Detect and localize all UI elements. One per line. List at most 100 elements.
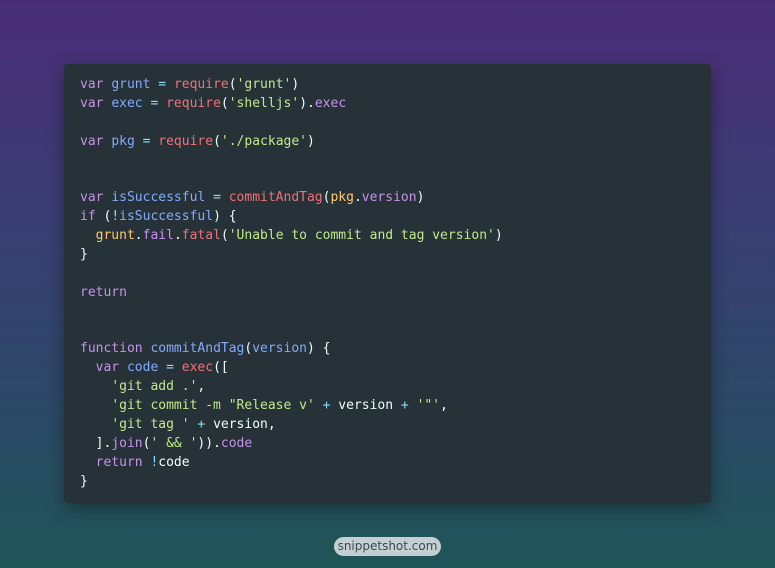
code-token: code: [158, 454, 190, 470]
code-token: isSuccessful: [119, 209, 214, 225]
code-token: ): [213, 209, 221, 225]
code-block: var grunt = require('grunt') var exec = r…: [80, 76, 503, 492]
code-token: 'Unable to commit and tag version': [228, 228, 495, 244]
code-token: fail: [142, 228, 174, 244]
watermark-badge[interactable]: snippetshot.com: [334, 537, 441, 556]
code-token: return: [95, 454, 143, 470]
code-token: ,: [267, 417, 276, 433]
code-token: fatal: [181, 228, 221, 244]
code-token: }: [80, 247, 88, 263]
code-token: exec: [181, 360, 214, 376]
code-line: var isSuccessful = commitAndTag(pkg.vers…: [80, 189, 503, 208]
code-token: !: [111, 209, 120, 225]
code-token: ,: [197, 379, 206, 395]
code-token: ' && ': [150, 435, 198, 451]
code-token: =: [213, 190, 221, 206]
code-token: pkg: [330, 190, 354, 206]
code-token: 'shelljs': [228, 95, 300, 111]
code-token: grunt: [111, 77, 151, 92]
code-token: exec: [314, 95, 347, 111]
code-token: }: [80, 473, 88, 489]
code-snippet-window: var grunt = require('grunt') var exec = r…: [64, 64, 711, 503]
code-token: return: [80, 284, 127, 300]
code-token: isSuccessful: [111, 190, 206, 206]
code-line: grunt.fail.fatal('Unable to commit and t…: [80, 227, 503, 246]
code-line: if (!isSuccessful) {: [80, 208, 503, 227]
code-line: return !code: [80, 454, 503, 473]
code-line: 'git tag ' + version,: [80, 416, 503, 435]
code-token: (: [228, 77, 237, 92]
code-line: ].join(' && ')).code: [80, 435, 503, 454]
code-token: commitAndTag: [228, 190, 323, 206]
code-token: code: [126, 360, 159, 376]
code-token: ): [416, 190, 425, 206]
code-line: function commitAndTag(version) {: [80, 340, 503, 359]
code-line: var exec = require('shelljs').exec: [80, 95, 503, 114]
code-token: var: [80, 133, 104, 149]
code-token: version: [213, 417, 268, 433]
code-token: version: [252, 341, 307, 357]
code-line: var pkg = require('./package'): [80, 133, 503, 152]
code-token: var: [80, 190, 104, 206]
code-token: var: [95, 360, 120, 376]
code-token: ): [494, 228, 503, 244]
code-token: =: [158, 77, 167, 92]
code-token: exec: [111, 95, 143, 111]
code-token: grunt: [95, 228, 135, 244]
code-token: .: [353, 190, 362, 206]
code-line: var code = exec([: [80, 359, 503, 378]
code-line: 'git commit -m "Release v' + version + '…: [80, 397, 503, 416]
code-token: ].: [95, 435, 112, 451]
code-token: var: [80, 95, 104, 111]
code-token: version: [361, 190, 417, 206]
code-line: 'git add .',: [80, 378, 503, 397]
code-line: var grunt = require('grunt'): [80, 76, 503, 95]
code-line: return: [80, 284, 503, 303]
code-token: commitAndTag: [150, 341, 245, 357]
code-token: )).: [197, 435, 221, 451]
code-token: =: [166, 360, 174, 376]
code-token: pkg: [111, 133, 135, 149]
code-token: (: [213, 133, 221, 149]
code-token: version: [338, 398, 394, 414]
code-token: .: [134, 228, 143, 244]
code-token: ): [291, 77, 300, 92]
code-token: 'grunt': [236, 77, 292, 92]
code-token: {: [228, 209, 237, 225]
code-token: function: [80, 341, 143, 357]
code-token: 'git tag ': [111, 417, 190, 433]
code-token: 'git commit -m "Release v': [111, 398, 315, 414]
code-token: {: [322, 341, 331, 357]
code-token: code: [220, 435, 253, 451]
code-token: './package': [220, 133, 307, 149]
code-token: var: [80, 77, 104, 92]
code-token: '"': [416, 398, 441, 414]
code-token: join: [111, 435, 143, 451]
code-token: require: [166, 95, 221, 111]
